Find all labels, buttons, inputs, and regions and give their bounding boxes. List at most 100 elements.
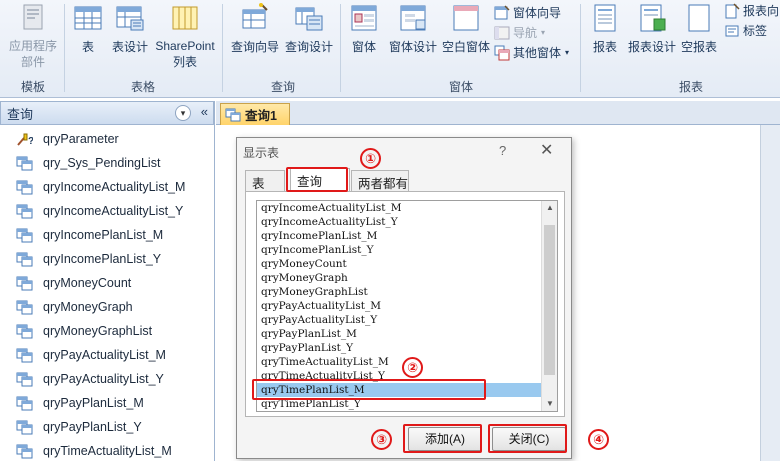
group-label-tables: 表格 <box>130 80 155 94</box>
query-icon <box>16 276 33 290</box>
nav-query-item[interactable]: ? qryParameter <box>0 127 214 151</box>
nav-query-item[interactable]: qryTimeActualityList_M <box>0 439 214 461</box>
form-label: 窗体 <box>351 40 376 54</box>
listbox-item[interactable]: qryIncomeActualityList_M <box>257 201 557 215</box>
blank-report-button[interactable]: 空报表 <box>678 2 720 55</box>
annotation-box-close-button <box>488 424 567 453</box>
nav-query-label: qryParameter <box>43 132 119 146</box>
help-icon[interactable]: ? <box>499 143 506 158</box>
table-design-button[interactable]: 表设计 <box>108 2 152 55</box>
sharepoint-list-button[interactable]: SharePoint 列表 <box>152 2 218 70</box>
blank-report-icon <box>688 4 710 32</box>
listbox-item[interactable]: qryPayActualityList_M <box>257 299 557 313</box>
listbox-item[interactable]: qryIncomePlanList_M <box>257 229 557 243</box>
query-design-button[interactable]: 查询设计 <box>282 2 336 55</box>
scrollbar-thumb[interactable] <box>544 225 555 375</box>
blank-form-label: 空白窗体 <box>441 40 490 54</box>
svg-text:?: ? <box>28 136 33 147</box>
nav-query-item[interactable]: qryIncomePlanList_M <box>0 223 214 247</box>
nav-query-label: qryMoneyGraphList <box>43 324 153 338</box>
table-button[interactable]: 表 <box>70 2 106 55</box>
more-forms-icon <box>494 45 510 60</box>
nav-query-item[interactable]: qry_Sys_PendingList <box>0 151 214 175</box>
more-forms-button[interactable]: 其他窗体 ▾ <box>494 44 569 61</box>
scroll-down-icon[interactable]: ▼ <box>545 399 555 409</box>
report-button[interactable]: 报表 <box>586 2 624 55</box>
nav-query-item[interactable]: qryPayActualityList_Y <box>0 367 214 391</box>
report-design-button[interactable]: 报表设计 <box>626 2 678 55</box>
nav-query-label: qryIncomePlanList_Y <box>43 252 162 266</box>
query-wizard-icon <box>242 3 268 29</box>
nav-query-label: qryPayPlanList_M <box>43 396 144 410</box>
sharepoint-list-icon <box>172 6 198 30</box>
nav-dropdown-icon[interactable]: ▾ <box>175 105 191 121</box>
tab-query1-label: 查询1 <box>245 109 277 123</box>
query-design-icon <box>295 7 323 31</box>
nav-query-item[interactable]: qryIncomePlanList_Y <box>0 247 214 271</box>
query-icon <box>16 420 33 434</box>
navigation-pane: 查询 ▾ « ? qryParameter qry_Sys_PendingListq… <box>0 101 215 461</box>
table-design-label: 表设计 <box>111 40 148 54</box>
collapse-pane-icon[interactable]: « <box>201 104 208 119</box>
listbox-item[interactable]: qryMoneyCount <box>257 257 557 271</box>
listbox-item[interactable]: qryIncomePlanList_Y <box>257 243 557 257</box>
listbox-item[interactable]: qryMoneyGraph <box>257 271 557 285</box>
tab-tables[interactable]: 表 <box>245 170 285 191</box>
listbox-item[interactable]: qryPayActualityList_Y <box>257 313 557 327</box>
report-icon <box>594 4 616 32</box>
listbox-item[interactable]: qryPayPlanList_Y <box>257 341 557 355</box>
blank-report-label: 空报表 <box>680 40 717 54</box>
blank-form-button[interactable]: 空白窗体 <box>440 2 492 55</box>
nav-query-item[interactable]: qryPayPlanList_M <box>0 391 214 415</box>
group-label-templates: 模板 <box>20 80 45 94</box>
nav-query-label: qry_Sys_PendingList <box>43 156 161 170</box>
dialog-title: 显示表 <box>243 146 280 160</box>
listbox-scrollbar[interactable]: ▲ ▼ <box>541 201 557 411</box>
app-parts-button[interactable]: 应用程序 部件 <box>6 2 60 70</box>
report-wizard-label: 报表向 <box>743 4 780 18</box>
query-wizard-button[interactable]: 查询向导 <box>228 2 282 55</box>
nav-query-item[interactable]: qryMoneyGraph <box>0 295 214 319</box>
vertical-scrollbar[interactable] <box>760 125 780 461</box>
close-icon[interactable]: ✕ <box>540 140 553 160</box>
blank-form-icon <box>453 5 479 31</box>
query-wizard-label: 查询向导 <box>230 40 279 54</box>
scroll-up-icon[interactable]: ▲ <box>545 203 555 213</box>
nav-query-item[interactable]: qryIncomeActualityList_M <box>0 175 214 199</box>
report-label: 报表 <box>592 40 617 54</box>
listbox-item[interactable]: qryPayPlanList_M <box>257 327 557 341</box>
more-forms-label: 其他窗体 <box>513 46 562 60</box>
form-wizard-label: 窗体向导 <box>513 6 562 20</box>
nav-pane-header[interactable]: 查询 ▾ « <box>0 101 214 125</box>
form-wizard-icon <box>494 4 510 19</box>
nav-pane-title: 查询 <box>7 106 34 122</box>
nav-query-item[interactable]: qryIncomeActualityList_Y <box>0 199 214 223</box>
nav-query-item[interactable]: qryMoneyGraphList <box>0 319 214 343</box>
listbox-item[interactable]: qryMoneyGraphList <box>257 285 557 299</box>
nav-query-item[interactable]: qryPayActualityList_M <box>0 343 214 367</box>
form-design-icon <box>400 5 426 31</box>
annotation-box-selected-item <box>252 379 486 400</box>
form-button[interactable]: 窗体 <box>344 2 384 55</box>
app-parts-icon <box>23 4 43 30</box>
listbox-item[interactable]: qryIncomeActualityList_Y <box>257 215 557 229</box>
navigation-icon <box>494 26 510 39</box>
report-wizard-button[interactable]: 报表向 <box>724 2 779 19</box>
query-icon <box>16 156 33 170</box>
nav-query-item[interactable]: qryPayPlanList_Y <box>0 415 214 439</box>
group-separator <box>580 4 581 92</box>
report-design-label: 报表设计 <box>627 40 676 54</box>
navigation-button[interactable]: 导航 ▾ <box>494 24 545 41</box>
tab-both[interactable]: 两者都有 <box>351 170 409 191</box>
form-design-button[interactable]: 窗体设计 <box>386 2 440 55</box>
labels-button[interactable]: 标签 <box>724 22 767 39</box>
table-label: 表 <box>81 40 94 54</box>
annotation-box-queries-tab <box>286 167 348 192</box>
tab-query1[interactable]: 查询1 <box>220 103 290 125</box>
form-wizard-button[interactable]: 窗体向导 <box>494 4 561 21</box>
sharepoint-list-label: SharePoint 列表 <box>155 39 215 69</box>
query-icon <box>16 444 33 458</box>
nav-query-label: qryMoneyCount <box>43 276 132 290</box>
nav-query-item[interactable]: qryMoneyCount <box>0 271 214 295</box>
group-label-queries: 查询 <box>270 80 295 94</box>
